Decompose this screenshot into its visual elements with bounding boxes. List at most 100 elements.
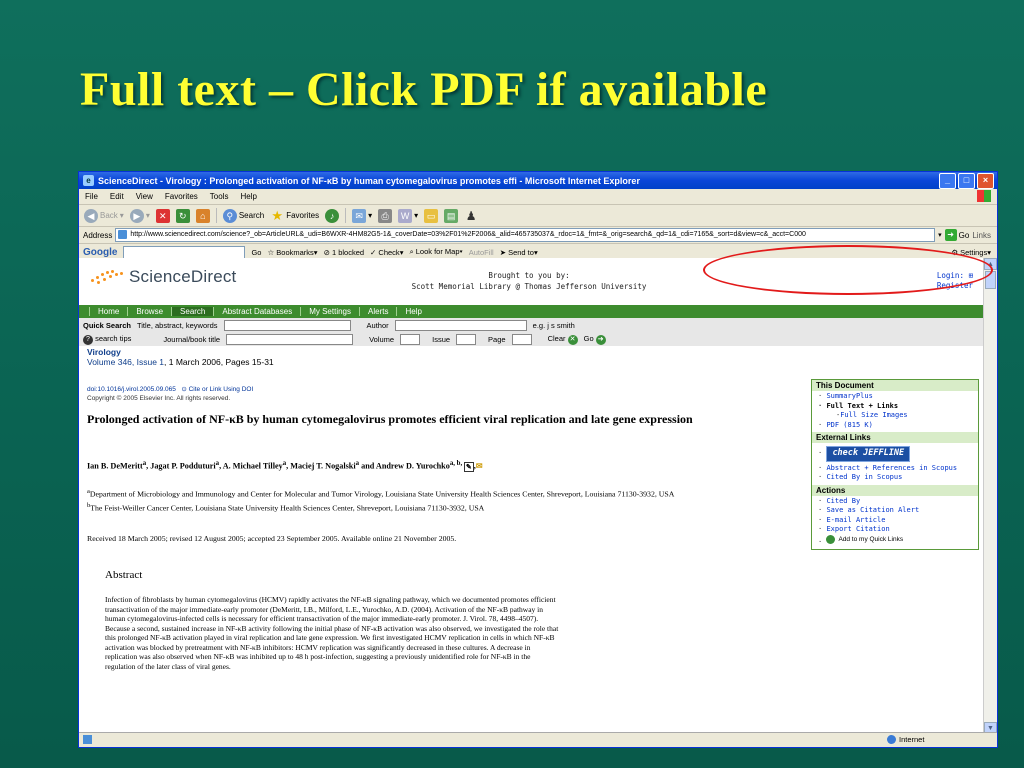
address-url: http://www.sciencedirect.com/science?_ob…	[130, 231, 806, 238]
keywords-label: Title, abstract, keywords	[136, 321, 218, 330]
search-tips-link[interactable]: ? search tips	[83, 334, 131, 345]
research-button[interactable]: ▤	[444, 208, 459, 223]
author-example: e.g. j s smith	[532, 321, 575, 330]
nav-help[interactable]: Help	[396, 307, 429, 316]
pdf-highlight-circle	[703, 245, 993, 295]
slide-title: Full text – Click PDF if available	[80, 63, 768, 116]
print-icon: ⎙	[378, 208, 393, 223]
home-button[interactable]: ⌂	[195, 208, 210, 223]
issue-input[interactable]	[456, 334, 477, 345]
mail-button[interactable]: ✉ ▾	[352, 208, 372, 223]
abstract-references-link[interactable]: Abstract + References in Scopus	[818, 464, 974, 474]
folder-button[interactable]: ▭	[424, 208, 439, 223]
cited-by-link[interactable]: Cited By	[818, 497, 974, 507]
address-label: Address	[83, 230, 113, 240]
autofill-button[interactable]: AutoFill	[469, 248, 494, 257]
google-go-button[interactable]: Go	[251, 248, 261, 257]
email-author-icon[interactable]: ✉	[476, 462, 483, 471]
spellcheck-button[interactable]: ✓ Check▾	[370, 248, 403, 257]
minimize-button[interactable]: _	[939, 173, 956, 189]
nav-my-settings[interactable]: My Settings	[300, 307, 359, 316]
favorites-button[interactable]: ★ Favorites	[270, 208, 319, 223]
vertical-scrollbar[interactable]: ▲ ▼	[983, 258, 997, 734]
nav-home[interactable]: Home	[89, 307, 127, 316]
sendto-button[interactable]: ➤ Send to▾	[500, 248, 538, 257]
nav-search[interactable]: Search	[171, 307, 214, 316]
actions-header: Actions	[812, 484, 978, 496]
cited-by-scopus-link[interactable]: Cited By in Scopus	[818, 473, 974, 483]
page-viewport: ScienceDirect Brought to you by: Scott M…	[79, 258, 985, 734]
affiliation-b: The Feist-Weiller Cancer Center, Louisia…	[90, 503, 485, 513]
messenger-icon: ♟	[465, 208, 477, 223]
go-button[interactable]: ➜ Go	[944, 229, 969, 241]
address-bar: Address http://www.sciencedirect.com/sci…	[79, 227, 997, 244]
volume-label: Volume	[369, 335, 395, 344]
bookmarks-label: Bookmarks	[276, 247, 314, 257]
address-dropdown-icon[interactable]: ▾	[938, 231, 942, 239]
affiliation-a: Department of Microbiology and Immunolog…	[89, 489, 675, 499]
doi-link[interactable]: doi:10.1016/j.virol.2005.09.065	[87, 386, 176, 393]
full-size-images-link[interactable]: Full Size Images	[818, 411, 974, 421]
close-button[interactable]: ×	[977, 173, 994, 189]
popup-blocker-button[interactable]: ⊘ 1 blocked	[324, 248, 364, 257]
journal-name-link[interactable]: Virology	[87, 347, 121, 357]
received-dates: Received 18 March 2005; revised 12 Augus…	[87, 534, 457, 543]
word-icon: W	[398, 208, 413, 223]
volume-input[interactable]	[400, 334, 421, 345]
lookup-map-button[interactable]: ⌕ Look for Map▾	[409, 247, 462, 257]
forward-button[interactable]: ▶ ▾	[129, 208, 150, 223]
nav-browse[interactable]: Browse	[127, 307, 171, 316]
menu-help[interactable]: Help	[240, 192, 256, 201]
window-titlebar[interactable]: e ScienceDirect - Virology : Prolonged a…	[79, 172, 997, 189]
cite-link[interactable]: ⊙ Cite or Link Using DOI	[181, 386, 253, 393]
sciencedirect-wordmark: ScienceDirect	[129, 267, 237, 286]
google-bookmarks-button[interactable]: ☆ Bookmarks▾	[267, 248, 317, 257]
menu-file[interactable]: File	[85, 192, 98, 201]
print-button[interactable]: ⎙	[378, 208, 393, 223]
messenger-button[interactable]: ♟	[464, 209, 478, 223]
summaryplus-link[interactable]: SummaryPlus	[818, 392, 974, 402]
windows-logo-icon	[977, 190, 991, 202]
site-nav: Home Browse Search Abstract Databases My…	[79, 303, 985, 318]
go-arrow-icon: ➜	[595, 335, 606, 345]
abstract-paragraph: Infection of fibroblasts by human cytome…	[105, 595, 559, 671]
menu-view[interactable]: View	[136, 192, 153, 201]
save-citation-alert-link[interactable]: Save as Citation Alert	[818, 506, 974, 516]
abstract-text: Infection of fibroblasts by human cytome…	[105, 595, 561, 671]
add-quick-links-link[interactable]: Add to my Quick Links	[826, 534, 903, 545]
quick-go-button[interactable]: Go ➜	[584, 334, 606, 345]
volume-issue-link[interactable]: Volume 346, Issue 1	[87, 357, 164, 367]
this-document-header: This Document	[812, 380, 978, 391]
sciencedirect-logo[interactable]: ScienceDirect	[89, 267, 236, 287]
export-citation-link[interactable]: Export Citation	[818, 525, 974, 535]
quick-search-label: Quick Search	[83, 321, 131, 330]
page-input[interactable]	[511, 334, 532, 345]
media-button[interactable]: ♪	[325, 208, 340, 223]
back-button[interactable]: ◀ Back ▾	[84, 208, 124, 223]
links-button[interactable]: Links	[972, 231, 991, 240]
clear-button[interactable]: Clear ✕	[548, 334, 578, 345]
nav-abstract-databases[interactable]: Abstract Databases	[213, 307, 300, 316]
corresponding-author-icon[interactable]: ✎	[463, 461, 474, 472]
menu-bar: File Edit View Favorites Tools Help	[79, 189, 997, 205]
full-text-links[interactable]: Full Text + Links	[818, 402, 974, 412]
nav-alerts[interactable]: Alerts	[359, 307, 396, 316]
stop-button[interactable]: ✕	[155, 208, 170, 223]
search-button[interactable]: ⚲ Search	[222, 208, 264, 223]
edit-button[interactable]: W ▾	[398, 208, 418, 223]
pdf-link[interactable]: PDF (815 K)	[818, 421, 974, 431]
address-input[interactable]: http://www.sciencedirect.com/science?_ob…	[115, 228, 936, 242]
refresh-button[interactable]: ↻	[175, 208, 190, 223]
menu-tools[interactable]: Tools	[210, 192, 229, 201]
google-search-input[interactable]	[123, 245, 246, 259]
maximize-button[interactable]: □	[958, 173, 975, 189]
jeffline-button[interactable]: check JEFFLINE	[826, 446, 911, 462]
journal-title-input[interactable]	[226, 334, 354, 345]
author-list: Ian B. DeMeritta, Jagat P. Podduturia, A…	[87, 460, 483, 472]
keywords-input[interactable]	[223, 320, 351, 331]
menu-edit[interactable]: Edit	[110, 192, 124, 201]
clear-x-icon: ✕	[567, 335, 578, 345]
email-article-link[interactable]: E-mail Article	[818, 516, 974, 526]
menu-favorites[interactable]: Favorites	[165, 192, 198, 201]
author-input[interactable]	[394, 320, 527, 331]
